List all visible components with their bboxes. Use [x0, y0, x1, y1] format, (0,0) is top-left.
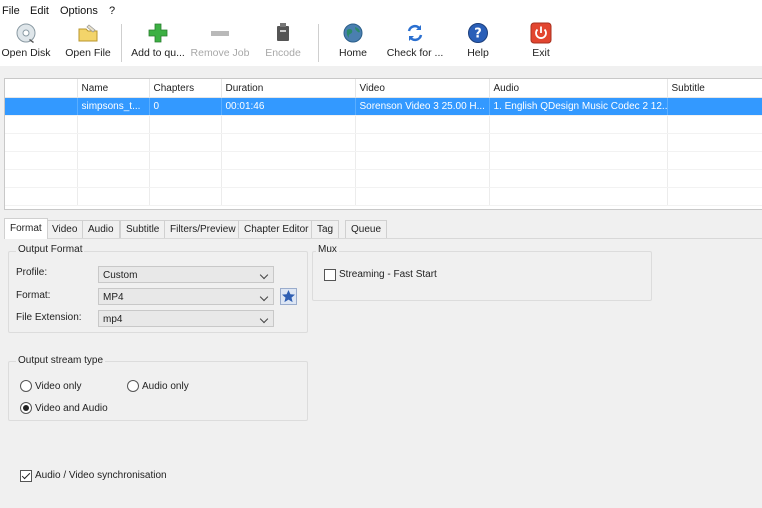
encode-icon — [277, 23, 289, 41]
av-sync-label: Audio / Video synchronisation — [35, 470, 167, 481]
exit-button[interactable]: Exit — [526, 22, 556, 59]
open-file-button[interactable]: Open File — [62, 22, 114, 59]
help-icon: ? — [468, 23, 488, 43]
format-panel: Output Format Profile: Custom Format: MP… — [4, 238, 762, 508]
cell-name: simpsons_t... — [77, 97, 150, 116]
menu-help[interactable]: ? — [109, 5, 115, 17]
output-format-title: Output Format — [16, 244, 85, 255]
open-disk-button[interactable]: Open Disk — [0, 22, 52, 59]
toolbar: Open Disk Open File Add to qu... Remove … — [0, 20, 762, 66]
help-label: Help — [467, 47, 489, 59]
chevron-down-icon — [259, 270, 269, 280]
video-only-radio[interactable] — [20, 380, 32, 392]
minus-icon — [211, 31, 229, 36]
tab-subtitle[interactable]: Subtitle — [120, 220, 166, 238]
globe-icon — [343, 23, 363, 43]
audio-only-radio[interactable] — [127, 380, 139, 392]
profile-select[interactable]: Custom — [98, 266, 274, 283]
output-stream-type-title: Output stream type — [16, 355, 106, 366]
format-select[interactable]: MP4 — [98, 288, 274, 305]
open-disk-label: Open Disk — [1, 47, 51, 59]
encode-label: Encode — [265, 47, 301, 59]
audio-only-label: Audio only — [142, 381, 189, 392]
video-only-label: Video only — [35, 381, 82, 392]
home-label: Home — [338, 47, 367, 59]
file-list[interactable]: Name Chapters Duration Video Audio Subti… — [4, 78, 762, 210]
cell-duration: 00:01:46 — [221, 97, 356, 116]
tab-chapter-editor[interactable]: Chapter Editor — [238, 220, 315, 238]
file-extension-label: File Extension: — [16, 312, 82, 323]
toolbar-separator — [318, 24, 319, 62]
profile-label: Profile: — [16, 267, 48, 278]
exit-label: Exit — [532, 47, 550, 59]
video-and-audio-label: Video and Audio — [35, 403, 108, 414]
help-button[interactable]: ? Help — [462, 22, 494, 59]
refresh-icon — [407, 24, 423, 42]
empty-row — [5, 187, 762, 206]
column-header-subtitle[interactable]: Subtitle — [667, 79, 762, 98]
cell-blank — [5, 97, 78, 116]
format-value: MP4 — [103, 292, 124, 303]
column-header-audio[interactable]: Audio — [489, 79, 668, 98]
file-extension-select[interactable]: mp4 — [98, 310, 274, 327]
empty-row — [5, 169, 762, 188]
format-label: Format: — [16, 290, 51, 301]
tab-tag[interactable]: Tag — [311, 220, 340, 238]
profile-value: Custom — [103, 270, 138, 281]
tab-filters-preview[interactable]: Filters/Preview — [164, 220, 242, 238]
power-icon — [530, 22, 552, 44]
check-for-updates-label: Check for ... — [386, 47, 444, 59]
mux-title: Mux — [316, 244, 339, 255]
cell-chapters: 0 — [149, 97, 222, 116]
chevron-down-icon — [259, 292, 269, 302]
file-table: Name Chapters Duration Video Audio Subti… — [5, 79, 762, 206]
tab-video[interactable]: Video — [46, 220, 84, 238]
av-sync-checkbox[interactable] — [20, 470, 32, 482]
menu-file[interactable]: File — [2, 5, 20, 17]
streaming-checkbox[interactable] — [324, 269, 336, 281]
open-file-label: Open File — [65, 47, 111, 59]
toolbar-separator — [121, 24, 122, 62]
file-extension-value: mp4 — [103, 314, 123, 325]
tab-format[interactable]: Format — [4, 218, 48, 239]
cell-video: Sorenson Video 3 25.00 H... — [355, 97, 490, 116]
remove-job-label: Remove Job — [190, 47, 250, 59]
remove-job-button[interactable]: Remove Job — [190, 22, 250, 59]
tab-audio[interactable]: Audio — [82, 220, 120, 238]
column-header-video[interactable]: Video — [355, 79, 490, 98]
add-to-queue-button[interactable]: Add to qu... — [128, 22, 188, 59]
star-icon[interactable] — [280, 288, 297, 305]
disc-icon — [16, 23, 36, 43]
video-and-audio-radio[interactable] — [20, 402, 32, 414]
menu-edit[interactable]: Edit — [30, 5, 49, 17]
streaming-label: Streaming - Fast Start — [339, 269, 437, 280]
chevron-down-icon — [259, 314, 269, 324]
tab-queue[interactable]: Queue — [345, 220, 388, 238]
plus-icon — [148, 23, 168, 43]
menu-bar: File Edit Options ? — [0, 0, 762, 20]
cell-subtitle — [667, 97, 762, 116]
home-button[interactable]: Home — [333, 22, 373, 59]
column-header-name[interactable]: Name — [77, 79, 150, 98]
encode-button[interactable]: Encode — [262, 22, 304, 59]
folder-icon — [78, 24, 98, 42]
empty-row — [5, 115, 762, 134]
column-header-blank — [5, 79, 78, 98]
column-header-duration[interactable]: Duration — [221, 79, 356, 98]
menu-options[interactable]: Options — [60, 5, 98, 17]
tab-strip: Format Video Audio Subtitle Filters/Prev… — [4, 218, 762, 239]
add-to-queue-label: Add to qu... — [131, 47, 185, 59]
table-row[interactable]: simpsons_t... 0 00:01:46 Sorenson Video … — [5, 97, 762, 116]
check-for-updates-button[interactable]: Check for ... — [384, 22, 446, 59]
cell-audio: 1. English QDesign Music Codec 2 12... — [489, 97, 668, 116]
table-header-row: Name Chapters Duration Video Audio Subti… — [5, 79, 762, 98]
empty-row — [5, 151, 762, 170]
column-header-chapters[interactable]: Chapters — [149, 79, 222, 98]
svg-text:?: ? — [474, 27, 482, 42]
empty-row — [5, 133, 762, 152]
